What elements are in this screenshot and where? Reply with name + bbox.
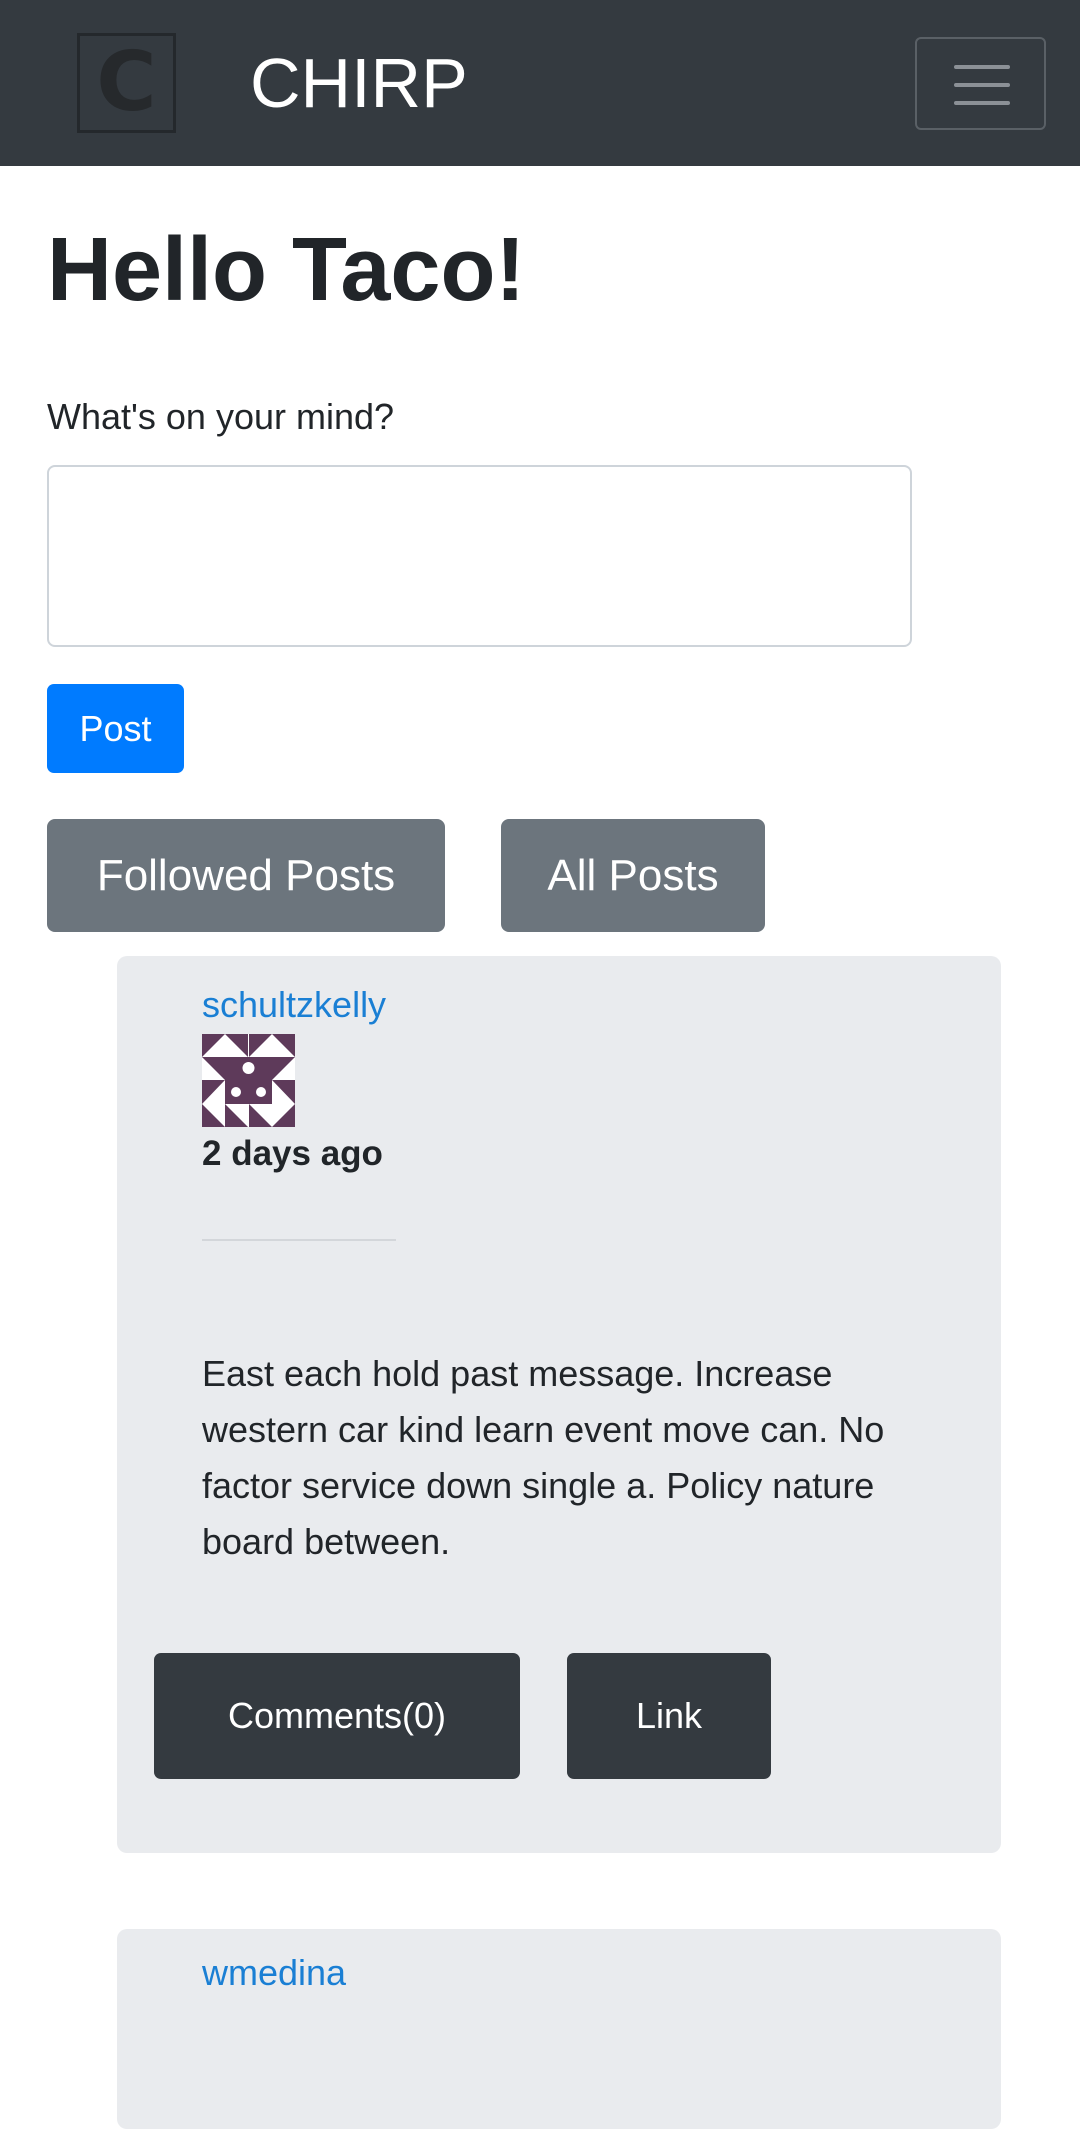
comments-button[interactable]: Comments(0)	[154, 1653, 520, 1779]
tab-followed-posts[interactable]: Followed Posts	[47, 819, 445, 932]
navbar: C CHIRP	[0, 0, 1080, 166]
link-button[interactable]: Link	[567, 1653, 771, 1779]
post-body-text: East each hold past message. Increase we…	[202, 1353, 885, 1562]
post-card: schultzkelly 2 days ago East each hold p…	[117, 956, 1001, 1853]
post-username-link[interactable]: schultzkelly	[202, 983, 386, 1027]
post-button[interactable]: Post	[47, 684, 184, 773]
hamburger-icon-bar	[954, 101, 1010, 105]
post-prompt-label: What's on your mind?	[47, 396, 395, 437]
menu-toggle-button[interactable]	[915, 37, 1046, 130]
logo-letter: C	[96, 35, 157, 130]
page-title: Hello Taco!	[47, 220, 526, 320]
identicon-image	[202, 1034, 295, 1127]
avatar[interactable]	[202, 1034, 295, 1127]
post-input[interactable]	[47, 465, 912, 647]
hamburger-icon-bar	[954, 83, 1010, 87]
post-card: wmedina	[117, 1929, 1001, 2129]
post-timestamp: 2 days ago	[202, 1134, 383, 1173]
hamburger-icon	[954, 65, 1010, 69]
brand-title[interactable]: CHIRP	[250, 42, 468, 124]
tab-all-posts[interactable]: All Posts	[501, 819, 765, 932]
logo[interactable]: C	[77, 33, 176, 133]
post-username-link[interactable]: wmedina	[202, 1951, 346, 1995]
divider	[202, 1239, 396, 1241]
